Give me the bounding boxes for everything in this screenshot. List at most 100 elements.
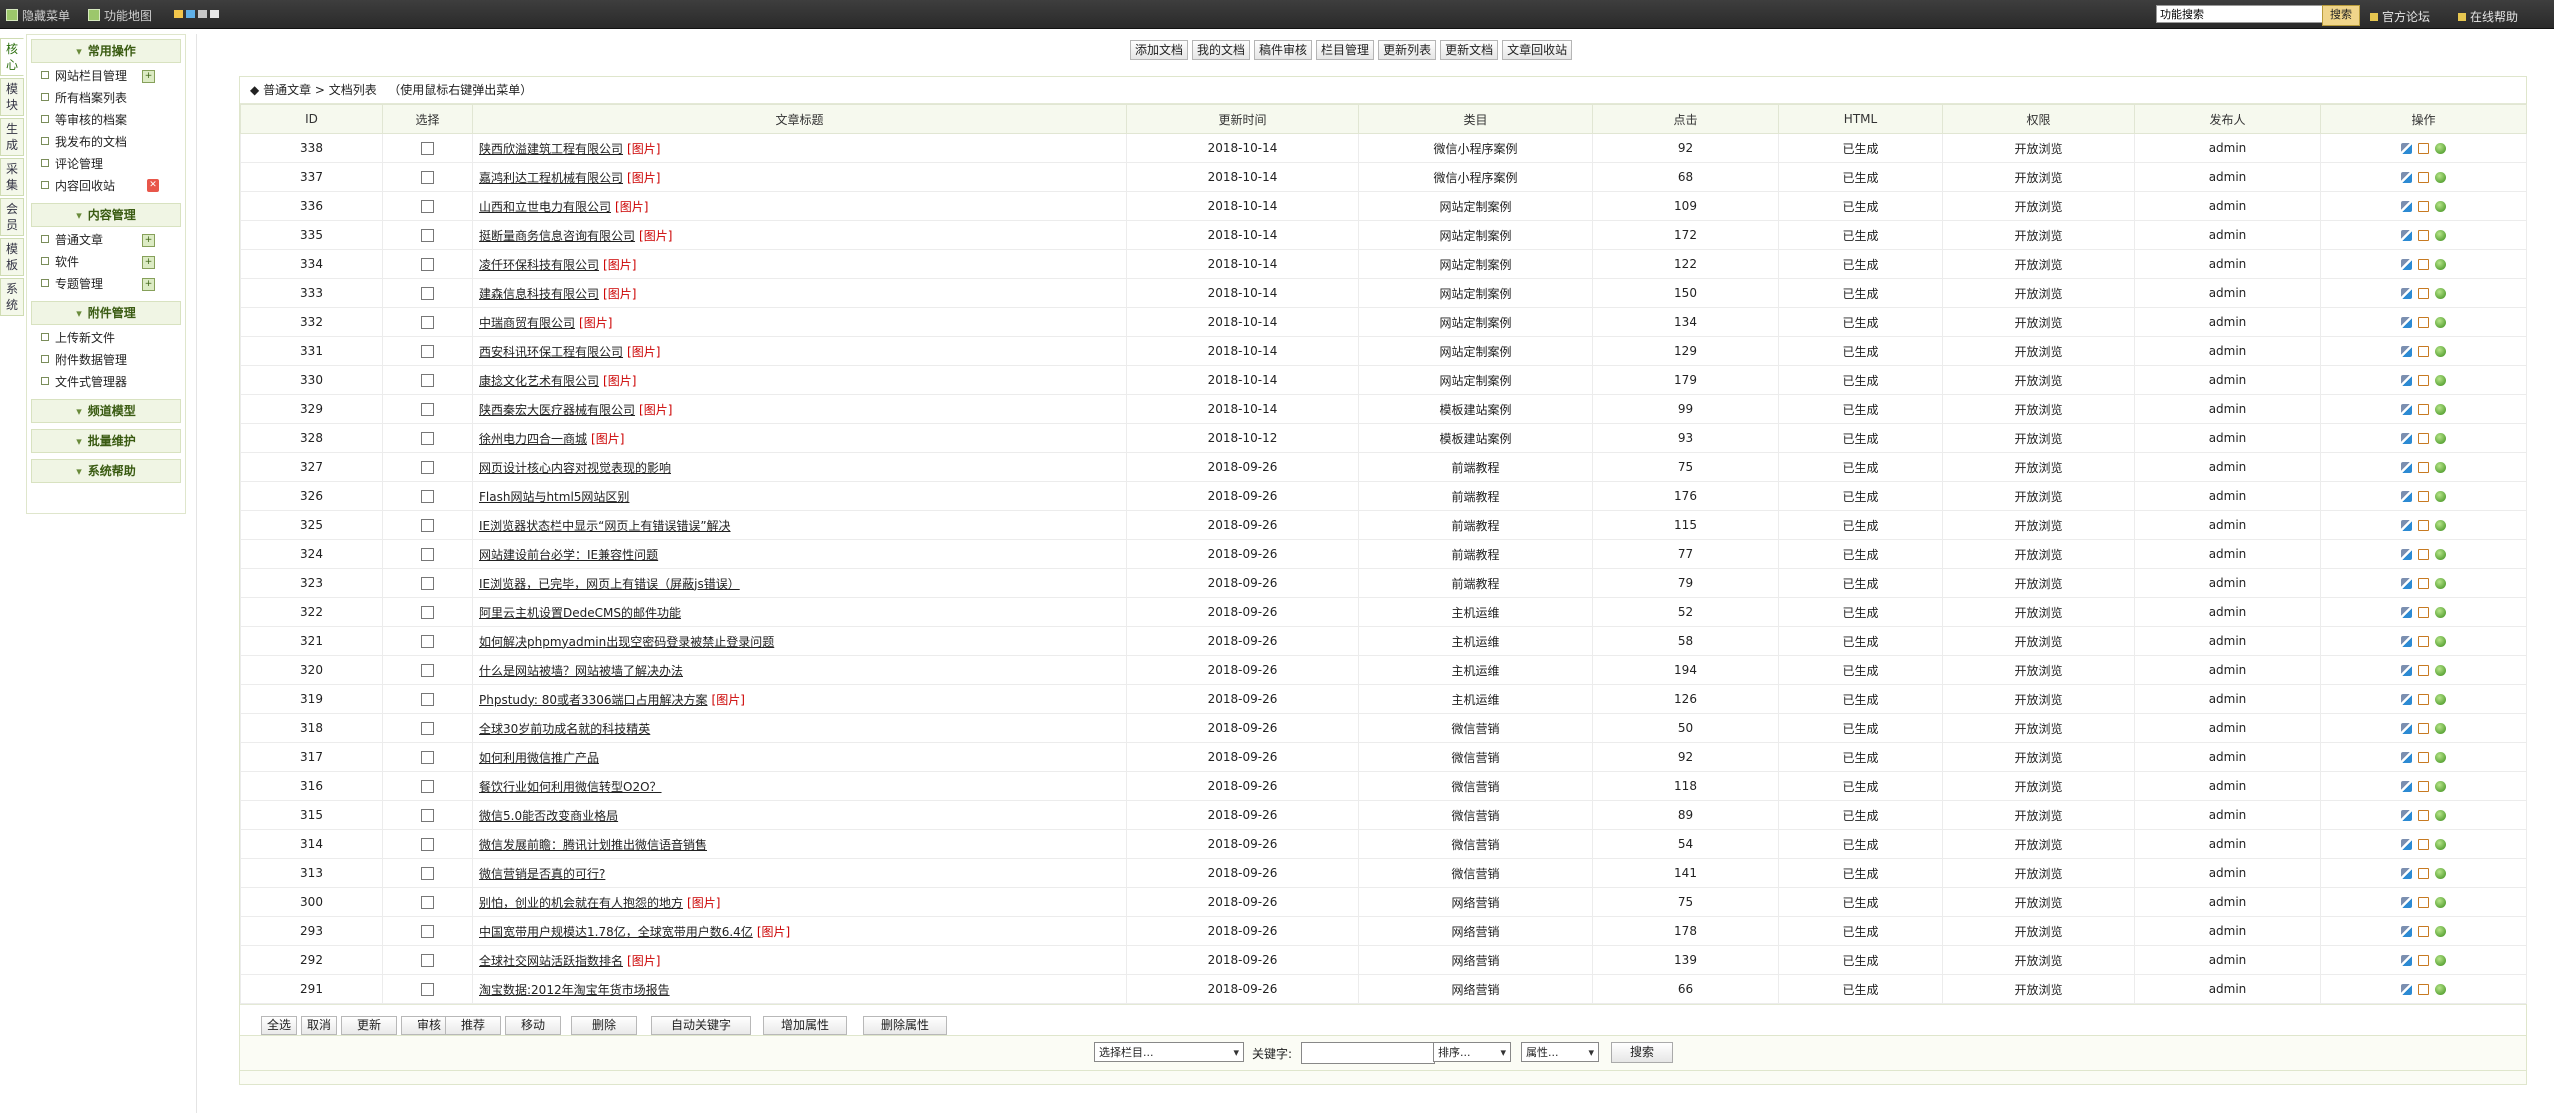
approve-icon[interactable] [2435, 259, 2446, 270]
approve-icon[interactable] [2435, 404, 2446, 415]
preview-icon[interactable] [2401, 143, 2412, 154]
table-row[interactable]: 331 西安科讯环保工程有限公司 [图片] 2018-10-14 网站定制案例 129 已生… [240, 336, 2527, 366]
preview-icon[interactable] [2401, 288, 2412, 299]
table-row[interactable]: 300 别怕，创业的机会就在有人抱怨的地方 [图片] 2018-09-26 网络营销 75… [240, 887, 2527, 917]
select-all-button[interactable]: 全选 [261, 1016, 297, 1035]
skin-gray-icon[interactable] [198, 10, 207, 18]
row-checkbox[interactable] [421, 954, 434, 967]
sidebar-item-topic[interactable]: 专题管理 + [27, 273, 185, 295]
recommend-button[interactable]: 推荐 [445, 1016, 501, 1035]
preview-icon[interactable] [2401, 317, 2412, 328]
sidebar-section-help[interactable]: 系统帮助 [31, 459, 181, 483]
sidebar-item-article[interactable]: 普通文章 + [27, 229, 185, 251]
article-recycle-button[interactable]: 文章回收站 [1502, 40, 1573, 60]
approve-icon[interactable] [2435, 520, 2446, 531]
row-checkbox[interactable] [421, 200, 434, 213]
approve-icon[interactable] [2435, 607, 2446, 618]
article-title-link[interactable]: 淘宝数据:2012年淘宝年货市场报告 [479, 983, 670, 997]
preview-icon[interactable] [2401, 520, 2412, 531]
edit-icon[interactable] [2418, 578, 2429, 589]
edit-icon[interactable] [2418, 520, 2429, 531]
approve-icon[interactable] [2435, 433, 2446, 444]
approve-icon[interactable] [2435, 665, 2446, 676]
add-icon[interactable]: + [142, 256, 155, 269]
article-title-link[interactable]: 阿里云主机设置DedeCMS的邮件功能 [479, 606, 681, 620]
edit-icon[interactable] [2418, 433, 2429, 444]
table-row[interactable]: 313 微信营销是否真的可行? 2018-09-26 微信营销 141 已生成 开放浏览 ad… [240, 858, 2527, 888]
sidebar-section-channel-model[interactable]: 频道模型 [31, 399, 181, 423]
preview-icon[interactable] [2401, 984, 2412, 995]
article-title-link[interactable]: 全球社交网站活跃指数排名 [479, 954, 623, 968]
approve-icon[interactable] [2435, 694, 2446, 705]
row-checkbox[interactable] [421, 693, 434, 706]
hide-menu-link[interactable]: 隐藏菜单 [6, 7, 70, 24]
article-title-link[interactable]: 网页设计核心内容对视觉表现的影响 [479, 461, 671, 475]
article-title-link[interactable]: 康捻文化艺术有限公司 [479, 374, 599, 388]
edit-icon[interactable] [2418, 346, 2429, 357]
update-list-button[interactable]: 更新列表 [1378, 40, 1437, 60]
preview-icon[interactable] [2401, 810, 2412, 821]
table-row[interactable]: 314 微信发展前瞻：腾讯计划推出微信语音销售 2018-09-26 微信营销 54 已生… [240, 829, 2527, 859]
approve-icon[interactable] [2435, 839, 2446, 850]
edit-icon[interactable] [2418, 317, 2429, 328]
approve-icon[interactable] [2435, 897, 2446, 908]
preview-icon[interactable] [2401, 549, 2412, 560]
edit-icon[interactable] [2418, 172, 2429, 183]
edit-icon[interactable] [2418, 259, 2429, 270]
tab-module[interactable]: 模块 [0, 78, 24, 116]
move-button[interactable]: 移动 [505, 1016, 561, 1035]
add-icon[interactable]: + [142, 70, 155, 83]
row-checkbox[interactable] [421, 635, 434, 648]
preview-icon[interactable] [2401, 955, 2412, 966]
article-title-link[interactable]: 网站建设前台必学：IE兼容性问题 [479, 548, 658, 562]
edit-icon[interactable] [2418, 752, 2429, 763]
row-checkbox[interactable] [421, 432, 434, 445]
edit-icon[interactable] [2418, 607, 2429, 618]
approve-icon[interactable] [2435, 230, 2446, 241]
edit-icon[interactable] [2418, 955, 2429, 966]
edit-icon[interactable] [2418, 288, 2429, 299]
edit-icon[interactable] [2418, 375, 2429, 386]
row-checkbox[interactable] [421, 606, 434, 619]
row-checkbox[interactable] [421, 287, 434, 300]
article-title-link[interactable]: 什么是网站被墙？网站被墙了解决办法 [479, 664, 683, 678]
edit-icon[interactable] [2418, 868, 2429, 879]
article-title-link[interactable]: 陕西欣溢建筑工程有限公司 [479, 142, 623, 156]
splitter[interactable] [196, 34, 203, 1113]
sidebar-section-attachment[interactable]: 附件管理 [31, 301, 181, 325]
edit-icon[interactable] [2418, 810, 2429, 821]
row-checkbox[interactable] [421, 548, 434, 561]
approve-icon[interactable] [2435, 723, 2446, 734]
edit-icon[interactable] [2418, 462, 2429, 473]
sidebar-item-recycle[interactable]: 内容回收站 ✕ [27, 175, 185, 197]
update-button[interactable]: 更新 [341, 1016, 397, 1035]
preview-icon[interactable] [2401, 201, 2412, 212]
approve-icon[interactable] [2435, 201, 2446, 212]
edit-icon[interactable] [2418, 549, 2429, 560]
table-row[interactable]: 336 山西和立世电力有限公司 [图片] 2018-10-14 网站定制案例 109 已生成… [240, 191, 2527, 221]
row-checkbox[interactable] [421, 838, 434, 851]
article-title-link[interactable]: 山西和立世电力有限公司 [479, 200, 611, 214]
approve-icon[interactable] [2435, 636, 2446, 647]
article-title-link[interactable]: 微信营销是否真的可行? [479, 867, 605, 881]
edit-icon[interactable] [2418, 926, 2429, 937]
sidebar-item-comments[interactable]: 评论管理 [27, 153, 185, 175]
approve-icon[interactable] [2435, 781, 2446, 792]
preview-icon[interactable] [2401, 781, 2412, 792]
keyword-input[interactable] [1301, 1042, 1435, 1064]
article-title-link[interactable]: 全球30岁前功成名就的科技精英 [479, 722, 650, 736]
approve-icon[interactable] [2435, 172, 2446, 183]
table-row[interactable]: 320 什么是网站被墙？网站被墙了解决办法 2018-09-26 主机运维 194 已生成… [240, 655, 2527, 685]
order-select[interactable]: 排序... [1433, 1042, 1511, 1063]
preview-icon[interactable] [2401, 462, 2412, 473]
function-search-button[interactable]: 搜索 [2322, 5, 2360, 26]
tab-member[interactable]: 会员 [0, 198, 24, 236]
edit-icon[interactable] [2418, 781, 2429, 792]
edit-icon[interactable] [2418, 636, 2429, 647]
skin-blue-icon[interactable] [186, 10, 195, 18]
table-row[interactable]: 337 嘉鸿利达工程机械有限公司 [图片] 2018-10-14 微信小程序案例 68 已生… [240, 162, 2527, 192]
article-title-link[interactable]: 陕西秦宏大医疗器械有限公司 [479, 403, 635, 417]
tab-generate[interactable]: 生成 [0, 118, 24, 156]
add-icon[interactable]: + [142, 234, 155, 247]
article-title-link[interactable]: 建森信息科技有限公司 [479, 287, 599, 301]
